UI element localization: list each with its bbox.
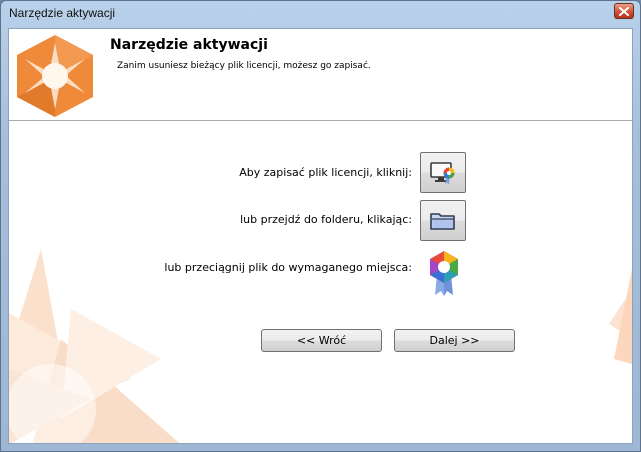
- orange-hexagon-star-logo-icon: [17, 35, 93, 117]
- drag-file-label: lub przeciągnij plik do wymaganego miejs…: [164, 261, 412, 274]
- dialog-content: Narzędzie aktywacji Zanim usuniesz bieżą…: [8, 28, 633, 444]
- license-badge-icon[interactable]: [427, 249, 461, 297]
- window-title: Narzędzie aktywacji: [9, 6, 116, 20]
- save-license-button[interactable]: [420, 152, 466, 193]
- header-title: Narzędzie aktywacji: [110, 37, 268, 53]
- decorative-shape-right-icon: [609, 269, 632, 364]
- next-button[interactable]: Dalej >>: [394, 329, 515, 352]
- decorative-star-bottom-left-icon: [9, 249, 180, 443]
- close-icon: [619, 6, 629, 16]
- back-button[interactable]: << Wróć: [261, 329, 382, 352]
- close-button[interactable]: [614, 3, 634, 19]
- open-folder-label: lub przejdź do folderu, klikając:: [240, 213, 412, 226]
- dialog-header: Narzędzie aktywacji Zanim usuniesz bieżą…: [9, 29, 632, 120]
- header-divider: [9, 120, 632, 121]
- header-subtitle: Zanim usuniesz bieżący plik licencji, mo…: [117, 61, 371, 71]
- title-bar[interactable]: Narzędzie aktywacji: [1, 1, 640, 27]
- open-folder-button[interactable]: [420, 200, 466, 241]
- folder-icon: [430, 212, 455, 230]
- activation-tool-window: Narzędzie aktywacji Narzędzie aktywacji …: [0, 0, 641, 452]
- save-license-label: Aby zapisać plik licencji, kliknij:: [239, 166, 412, 179]
- save-license-icon: [430, 161, 455, 185]
